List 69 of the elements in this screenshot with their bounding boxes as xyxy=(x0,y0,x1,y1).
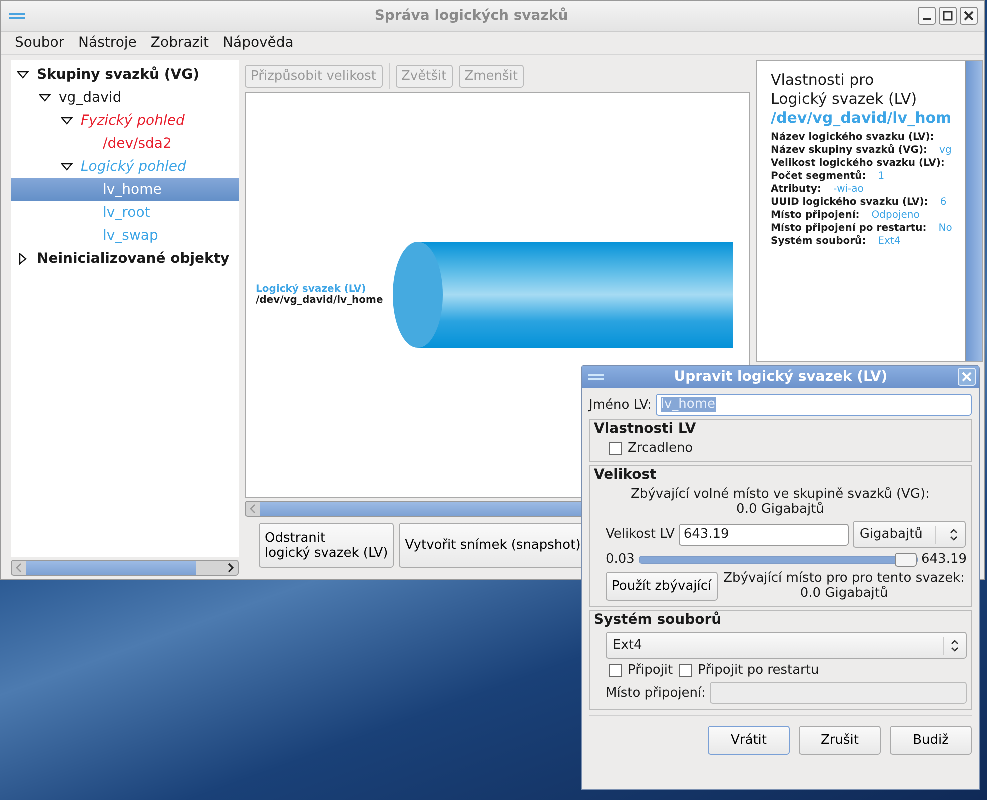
updown-icon xyxy=(948,528,959,542)
tree-item[interactable]: Skupiny svazků (VG) xyxy=(11,63,239,86)
property-label: Systém souborů: xyxy=(771,235,866,248)
property-label: Místo připojení: xyxy=(771,209,860,222)
dialog-button[interactable]: Vrátit xyxy=(708,726,790,755)
dialog-button[interactable]: Budiž xyxy=(890,726,972,755)
filesystem-dropdown[interactable]: Ext4 xyxy=(606,632,967,659)
property-value: Odpojeno xyxy=(872,209,920,222)
field-label: Jméno LV: xyxy=(589,398,652,412)
remaining-space-text: Zbývající místo pro pro tento svazek: 0.0 Gigabajtů xyxy=(722,571,966,601)
collapsed-triangle-icon[interactable] xyxy=(17,252,29,264)
volume-caption: Logický svazek (LV) xyxy=(256,284,368,295)
tree-item[interactable]: Fyzický pohled xyxy=(11,109,239,132)
section-title: Vlastnosti LV xyxy=(594,421,698,437)
slider-min: 0.03 xyxy=(606,552,635,567)
close-icon[interactable] xyxy=(960,7,978,25)
section-title: Velikost xyxy=(594,467,658,483)
checkbox-label: Připojit xyxy=(628,663,674,678)
dialog-button[interactable]: Zrušit xyxy=(799,726,881,755)
checkbox-label: Připojit po restartu xyxy=(698,663,820,678)
checkbox[interactable] xyxy=(609,664,622,677)
use-remaining-button[interactable]: Použít zbývající xyxy=(606,572,718,600)
maximize-icon[interactable] xyxy=(939,7,957,25)
property-label: Počet segmentů: xyxy=(771,170,866,183)
minimize-icon[interactable] xyxy=(918,7,936,25)
mountpoint-field[interactable] xyxy=(710,682,967,704)
menu-item[interactable]: Zobrazit xyxy=(150,35,210,51)
tree-item[interactable]: vg_david xyxy=(11,86,239,109)
free-space-text: Zbývající volné místo ve skupině svazků (VG): 0.0 Gigabajtů xyxy=(630,487,931,517)
menu-item[interactable]: Nástroje xyxy=(78,35,137,51)
expanded-triangle-icon[interactable] xyxy=(39,92,51,104)
property-label: Místo připojení po restartu: xyxy=(771,222,927,235)
checkbox[interactable] xyxy=(679,664,692,677)
tree-item[interactable]: /dev/sda2 xyxy=(11,132,239,155)
slider-thumb[interactable] xyxy=(894,552,916,566)
unit-dropdown[interactable]: Gigabajtů xyxy=(852,521,966,548)
slider-max: 643.19 xyxy=(922,552,967,567)
property-value: vg xyxy=(940,144,952,157)
checkbox-label: Zrcadleno xyxy=(628,441,694,456)
property-value: Ext4 xyxy=(878,235,901,248)
menu-item[interactable]: Nápověda xyxy=(223,35,294,51)
checkbox[interactable] xyxy=(609,442,622,455)
property-label: Velikost logického svazku (LV): xyxy=(771,157,945,170)
section-title: Systém souborů xyxy=(594,612,723,628)
field-label: Velikost LV xyxy=(606,527,675,542)
volume-name: /dev/vg_david/lv_hom xyxy=(771,109,953,127)
field-label: Místo připojení: xyxy=(606,686,706,700)
property-label: Název skupiny svazků (VG): xyxy=(771,144,928,157)
property-value: 6 xyxy=(940,196,947,209)
property-value: No xyxy=(938,222,952,235)
vertical-scrollbar[interactable] xyxy=(965,61,982,361)
property-label: Atributy: xyxy=(771,183,822,196)
property-label: Název logického svazku (LV): xyxy=(771,131,934,144)
property-value: -wi-ao xyxy=(833,183,864,196)
size-field[interactable]: 643.19 xyxy=(678,524,849,546)
action-button[interactable]: Odstranit logický svazek (LV) xyxy=(259,523,394,568)
horizontal-scrollbar[interactable] xyxy=(11,560,239,576)
expanded-triangle-icon[interactable] xyxy=(61,114,73,126)
tree-item[interactable]: Neinicializované objekty xyxy=(11,247,239,270)
properties-heading: Vlastnosti pro Logický svazek (LV) xyxy=(771,71,918,109)
updown-icon xyxy=(950,638,960,652)
menu-item[interactable]: Soubor xyxy=(15,35,65,51)
expanded-triangle-icon[interactable] xyxy=(17,68,29,80)
property-value: 1 xyxy=(878,170,885,183)
window-title: Správa logických svazků xyxy=(374,8,570,24)
volume-path: /dev/vg_david/lv_home xyxy=(256,295,384,306)
expanded-triangle-icon[interactable] xyxy=(61,160,73,172)
dialog-title: Upravit logický svazek (LV) xyxy=(673,369,889,385)
property-label: UUID logického svazku (LV): xyxy=(771,196,928,209)
